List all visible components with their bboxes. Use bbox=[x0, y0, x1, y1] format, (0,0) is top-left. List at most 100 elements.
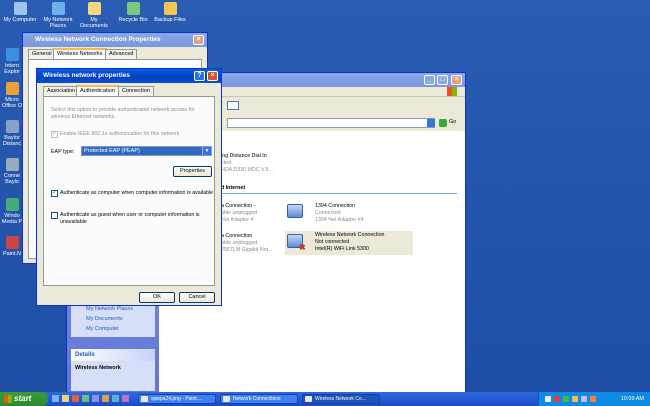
quick-launch-icon[interactable] bbox=[102, 395, 109, 402]
tab-connection[interactable]: Connection bbox=[118, 86, 154, 96]
1394-connection-status: Connected bbox=[315, 210, 341, 216]
help-button[interactable]: ? bbox=[194, 71, 205, 81]
properties-button-label: Properties bbox=[179, 168, 206, 174]
other-places-my-computer[interactable]: My Computer bbox=[86, 326, 119, 332]
media-player-icon bbox=[5, 198, 19, 211]
clock[interactable]: 10:09 AM bbox=[621, 396, 644, 402]
tray-icon[interactable] bbox=[590, 396, 596, 402]
other-places-my-documents[interactable]: My Documents bbox=[86, 316, 123, 322]
taskbar-item-paint[interactable]: xpwpa24.png - Paint.... bbox=[138, 394, 216, 404]
start-label: start bbox=[14, 394, 32, 403]
start-button[interactable]: start bbox=[0, 392, 48, 406]
desktop-icon-label: My Network Places bbox=[43, 17, 73, 29]
tab-association[interactable]: Association bbox=[43, 86, 80, 96]
wnc-properties-titlebar[interactable]: Wireless Network Connection Properties × bbox=[23, 33, 207, 47]
quick-launch-icon[interactable] bbox=[122, 395, 129, 402]
tray-icon[interactable] bbox=[554, 396, 560, 402]
eap-type-select[interactable]: Protected EAP (PEAP) ▼ bbox=[81, 146, 212, 156]
desktop-icon-my-documents[interactable]: My Documents bbox=[76, 2, 112, 29]
tab-wireless-networks[interactable]: Wireless Networks bbox=[53, 48, 107, 59]
address-dropdown-icon[interactable] bbox=[427, 119, 435, 127]
desktop-icon-label: My Documents bbox=[80, 17, 108, 29]
tab-label: Advanced bbox=[109, 51, 134, 57]
properties-button[interactable]: Properties bbox=[173, 166, 212, 177]
auth-as-computer-checkbox[interactable]: ✓ bbox=[51, 190, 58, 197]
lan-connection-1-device: Net Adapter 4 bbox=[221, 217, 254, 223]
desktop-icon-label: Conne Baylo bbox=[3, 173, 21, 185]
quick-launch-icon[interactable] bbox=[82, 395, 89, 402]
cancel-button[interactable]: Cancel bbox=[179, 292, 215, 303]
lan-connection-1-status: able unplugged bbox=[221, 210, 258, 216]
go-arrow-icon[interactable] bbox=[439, 119, 447, 127]
close-button[interactable]: × bbox=[207, 71, 218, 81]
desktop-icon-media-player[interactable]: Windo Media P bbox=[0, 198, 24, 225]
auth-as-guest-checkbox[interactable] bbox=[51, 212, 58, 219]
quick-launch-icon[interactable] bbox=[72, 395, 79, 402]
quick-launch-icon[interactable] bbox=[52, 395, 59, 402]
dialin-title[interactable]: ing Distance Dial In bbox=[221, 153, 267, 160]
desktop-icon-my-computer[interactable]: My Computer bbox=[2, 2, 38, 23]
desktop-icon-baylor-distance[interactable]: Baylor Distanc bbox=[0, 120, 24, 147]
section-header: d Internet bbox=[221, 185, 246, 191]
other-places-my-network-places[interactable]: My Network Places bbox=[86, 306, 133, 312]
desktop-icon-recycle-bin[interactable]: Recycle Bin bbox=[115, 2, 151, 23]
network-connection-icon[interactable] bbox=[287, 204, 303, 218]
lan-connection-2-device: 2567LM Gigabit Net... bbox=[221, 247, 273, 253]
taskbar-item-network-connections[interactable]: Network Connections bbox=[220, 394, 298, 404]
close-button[interactable]: × bbox=[451, 75, 462, 85]
maximize-button[interactable]: □ bbox=[437, 75, 448, 85]
wireless-connection-name[interactable]: Wireless Network Connection bbox=[315, 232, 384, 239]
taskbar-item-label: Network Connections bbox=[233, 396, 281, 402]
desktop-icon-internet-explorer[interactable]: Intern Explor bbox=[0, 48, 24, 75]
tab-label: Authentication bbox=[80, 88, 115, 94]
quick-launch-icon[interactable] bbox=[92, 395, 99, 402]
taskbar-item-wireless-network-connection[interactable]: Wireless Network Co... bbox=[302, 394, 380, 404]
desktop-icon-backup-files[interactable]: Backup Files bbox=[152, 2, 188, 23]
go-button[interactable]: Go bbox=[449, 119, 456, 125]
tray-icon[interactable] bbox=[572, 396, 578, 402]
not-connected-x-icon: ✖ bbox=[299, 243, 306, 252]
wireless-connection-device: Intel(R) WiFi Link 5300 bbox=[315, 246, 369, 252]
tab-general[interactable]: General bbox=[28, 49, 56, 59]
close-button[interactable]: × bbox=[193, 35, 204, 45]
tab-label: Connection bbox=[122, 88, 150, 94]
desktop-icon-paint-net[interactable]: Paint.N bbox=[0, 236, 24, 257]
quick-launch-icon[interactable] bbox=[62, 395, 69, 402]
documents-icon bbox=[87, 2, 101, 15]
details-box: Wireless Network bbox=[71, 361, 155, 391]
tab-label: Wireless Networks bbox=[57, 51, 103, 57]
computer-icon bbox=[13, 2, 27, 15]
details-header[interactable]: Details bbox=[71, 349, 155, 361]
desktop-icon-label: Baylor Distanc bbox=[2, 135, 22, 147]
lan-connection-2-name[interactable]: a Connection bbox=[221, 233, 252, 240]
paint-icon bbox=[141, 396, 148, 402]
desktop-icon-my-network-places[interactable]: My Network Places bbox=[40, 2, 76, 29]
enable-8021x-checkbox[interactable]: ✓ bbox=[51, 131, 58, 138]
wnp-title: Wireless network properties bbox=[43, 72, 130, 79]
tray-icon[interactable] bbox=[563, 396, 569, 402]
lan-connection-1-name[interactable]: a Connection - bbox=[221, 203, 255, 210]
dialin-status: cted bbox=[221, 160, 232, 166]
minimize-button[interactable]: _ bbox=[424, 75, 435, 85]
address-input[interactable] bbox=[227, 118, 435, 128]
1394-connection-device: 1394 Net Adapter #4 bbox=[315, 217, 364, 223]
details-header-label: Details bbox=[75, 352, 95, 358]
tab-authentication[interactable]: Authentication bbox=[76, 85, 119, 96]
tray-icon[interactable] bbox=[545, 396, 551, 402]
ok-button[interactable]: OK bbox=[139, 292, 175, 303]
1394-connection-name[interactable]: 1394 Connection bbox=[315, 203, 355, 210]
desktop-icon-label: Micro Office O bbox=[1, 97, 23, 109]
paint-icon bbox=[5, 236, 19, 249]
desktop-icon-connect-baylor[interactable]: Conne Baylo bbox=[0, 158, 24, 185]
tray-icon[interactable] bbox=[581, 396, 587, 402]
authentication-panel: Select this option to provide authentica… bbox=[43, 96, 215, 286]
enable-8021x-label: Enable IEEE 802.1x authentication for th… bbox=[60, 131, 180, 137]
taskbar-item-label: xpwpa24.png - Paint.... bbox=[151, 396, 203, 402]
system-tray: 10:09 AM bbox=[538, 392, 650, 406]
quick-launch-icon[interactable] bbox=[112, 395, 119, 402]
views-icon[interactable] bbox=[227, 101, 239, 110]
tab-advanced[interactable]: Advanced bbox=[105, 49, 138, 59]
desktop-icon-label: Intern Explor bbox=[4, 63, 20, 75]
wnp-titlebar[interactable]: Wireless network properties ? × bbox=[37, 69, 221, 83]
desktop-icon-office[interactable]: Micro Office O bbox=[0, 82, 24, 109]
